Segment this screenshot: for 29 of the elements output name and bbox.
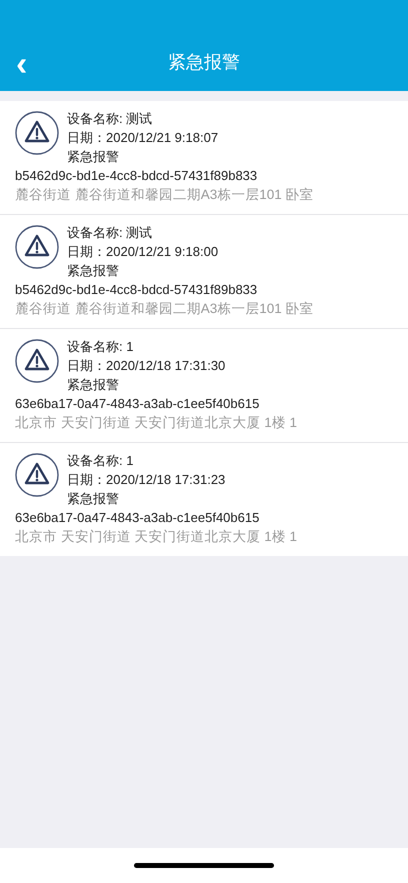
device-id: b5462d9c-bd1e-4cc8-bdcd-57431f89b833 bbox=[15, 167, 258, 185]
alarm-date: 日期：2020/12/18 17:31:23 bbox=[67, 471, 226, 489]
alarm-date: 日期：2020/12/18 17:31:30 bbox=[67, 357, 226, 375]
device-name: 设备名称: 1 bbox=[67, 452, 134, 470]
alarm-item[interactable]: 设备名称: 1 日期：2020/12/18 17:31:23 紧急报警 63e6ba17-0a47-4843-a3ab-c1ee5f40b615 北京市 天安门街道 天安门街道北京大厦 1楼 1 bbox=[0, 443, 408, 556]
alarm-date: 日期：2020/12/21 9:18:00 bbox=[67, 243, 218, 261]
device-name: 设备名称: 1 bbox=[67, 338, 134, 356]
device-address: 麓谷街道 麓谷街道和馨园二期A3栋一层101 卧室 bbox=[15, 300, 315, 318]
alarm-item[interactable]: 设备名称: 测试 日期：2020/12/21 9:18:07 紧急报警 b5462d9c-bd1e-4cc8-bdcd-57431f89b833 麓谷街道 麓谷街道和馨园二期A3栋一层101 卧室 bbox=[0, 101, 408, 215]
device-id: 63e6ba17-0a47-4843-a3ab-c1ee5f40b615 bbox=[15, 395, 260, 413]
alarm-type: 紧急报警 bbox=[67, 262, 120, 280]
warning-icon bbox=[15, 453, 59, 497]
device-address: 北京市 天安门街道 天安门街道北京大厦 1楼 1 bbox=[15, 414, 298, 432]
device-address: 麓谷街道 麓谷街道和馨园二期A3栋一层101 卧室 bbox=[15, 186, 315, 204]
device-name: 设备名称: 测试 bbox=[67, 224, 154, 242]
alarm-type: 紧急报警 bbox=[67, 376, 120, 394]
warning-icon bbox=[15, 111, 59, 155]
alarm-type: 紧急报警 bbox=[67, 148, 120, 166]
alarm-date: 日期：2020/12/21 9:18:07 bbox=[67, 129, 218, 147]
page-title: 紧急报警 bbox=[168, 51, 240, 74]
alarm-type: 紧急报警 bbox=[67, 490, 120, 508]
warning-icon bbox=[15, 339, 59, 383]
device-address: 北京市 天安门街道 天安门街道北京大厦 1楼 1 bbox=[15, 528, 298, 546]
device-id: b5462d9c-bd1e-4cc8-bdcd-57431f89b833 bbox=[15, 281, 258, 299]
alarm-item[interactable]: 设备名称: 1 日期：2020/12/18 17:31:30 紧急报警 63e6ba17-0a47-4843-a3ab-c1ee5f40b615 北京市 天安门街道 天安门街道北京大厦 1楼 1 bbox=[0, 329, 408, 443]
device-id: 63e6ba17-0a47-4843-a3ab-c1ee5f40b615 bbox=[15, 509, 260, 527]
alarm-item[interactable]: 设备名称: 测试 日期：2020/12/21 9:18:00 紧急报警 b5462d9c-bd1e-4cc8-bdcd-57431f89b833 麓谷街道 麓谷街道和馨园二期A3栋一层101 卧室 bbox=[0, 215, 408, 329]
warning-icon bbox=[15, 225, 59, 269]
device-name: 设备名称: 测试 bbox=[67, 110, 154, 128]
